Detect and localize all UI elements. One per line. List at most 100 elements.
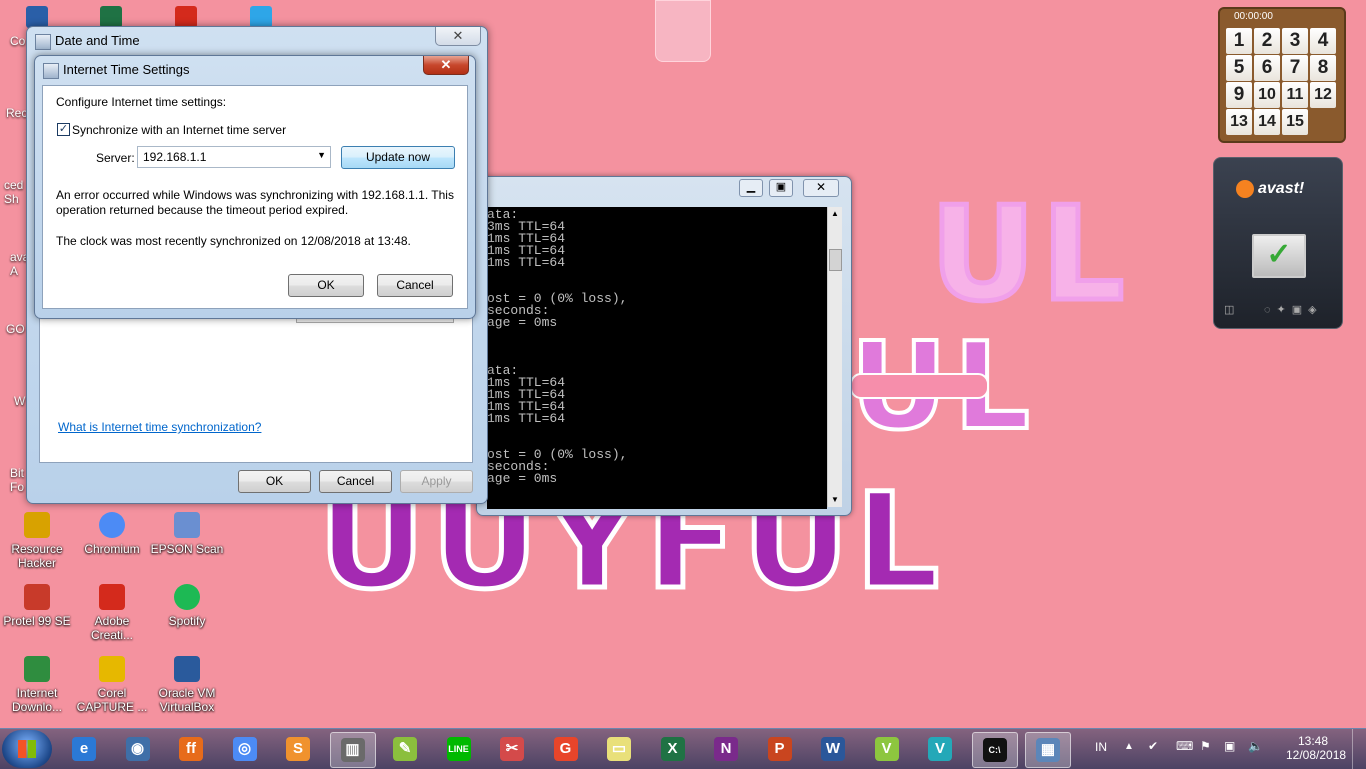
desktop-label-clipped[interactable]: Rec <box>6 106 27 120</box>
desktop-icon-protel[interactable]: Protel 99 SE <box>0 584 74 628</box>
start-button[interactable] <box>2 730 52 768</box>
cancel-button[interactable]: Cancel <box>319 470 392 493</box>
puzzle-tile[interactable]: 8 <box>1310 55 1336 81</box>
console-line: 1ms TTL=64 <box>487 255 566 270</box>
desktop-icon-corel-capture[interactable]: Corel CAPTURE ... <box>75 656 149 714</box>
taskbar-button-date-time-control-panel[interactable]: ▦ <box>1025 732 1071 768</box>
puzzle-tile[interactable]: 10 <box>1254 82 1280 108</box>
title-bar[interactable]: Date and Time ✕ <box>27 27 487 55</box>
picture-puzzle-gadget[interactable]: 00:00:00 1 2 3 4 5 6 7 8 9 10 11 12 13 14 15 <box>1218 7 1346 143</box>
avast-gadget[interactable]: avast! ✓ ◫ ◌✦▣◈ <box>1213 157 1343 329</box>
command-prompt-window[interactable]: ▁ ▣ ✕ ata: 3ms TTL=64 1ms TTL=64 1ms TTL=64… <box>476 176 852 516</box>
sync-checkbox-label[interactable]: Synchronize with an Internet time server <box>72 123 286 137</box>
console-output[interactable]: ata: 3ms TTL=64 1ms TTL=64 1ms TTL=64 1ms TT… <box>487 207 827 509</box>
cancel-button[interactable]: Cancel <box>377 274 453 297</box>
title-bar[interactable]: Internet Time Settings ✕ <box>35 56 475 84</box>
ok-button[interactable]: OK <box>238 470 311 493</box>
taskbar-button-sublime-text[interactable]: S <box>276 732 320 766</box>
desktop-icon-epson-scan[interactable]: EPSON Scan <box>150 512 224 556</box>
taskbar-button-media-center[interactable]: ◉ <box>116 732 160 766</box>
puzzle-tile[interactable]: 11 <box>1282 82 1308 108</box>
taskbar-button-internet-explorer[interactable]: e <box>62 732 106 766</box>
desktop-icon-adobe-creative[interactable]: Adobe Creati... <box>75 584 149 642</box>
maximize-button[interactable]: ▣ <box>769 179 793 197</box>
minimize-button[interactable]: ▁ <box>739 179 763 197</box>
taskbar-button-vivaldi-1[interactable]: V <box>865 732 909 766</box>
scroll-thumb[interactable] <box>829 249 842 271</box>
taskbar-button-vivaldi-2[interactable]: V <box>918 732 962 766</box>
console-scrollbar[interactable]: ▲ ▼ <box>827 207 842 507</box>
wallpaper-bar <box>850 373 989 399</box>
puzzle-tile[interactable]: 4 <box>1310 28 1336 54</box>
action-center-flag-icon[interactable]: ⚑ <box>1200 739 1211 753</box>
desktop-icon-spotify[interactable]: Spotify <box>150 584 224 628</box>
update-now-button[interactable]: Update now <box>341 146 455 169</box>
puzzle-tile[interactable]: 14 <box>1254 109 1280 135</box>
taskbar-button-notepad-plus-plus[interactable]: ✎ <box>383 732 427 766</box>
puzzle-tile[interactable]: 1 <box>1226 28 1252 54</box>
puzzle-tile[interactable]: 5 <box>1226 55 1252 81</box>
keyboard-icon[interactable]: ⌨ <box>1176 739 1193 753</box>
desktop-icon-adobe[interactable] <box>175 6 197 28</box>
puzzle-tile[interactable]: 13 <box>1226 109 1252 135</box>
apply-button[interactable]: Apply <box>400 470 473 493</box>
sticky-notes-icon: ▭ <box>607 737 631 761</box>
language-indicator[interactable]: IN <box>1095 740 1107 754</box>
taskbar-button-powerpoint[interactable]: P <box>758 732 802 766</box>
internet-time-settings-dialog[interactable]: Internet Time Settings ✕ Configure Inter… <box>34 55 476 319</box>
taskbar-button-gom-player[interactable]: G <box>544 732 588 766</box>
library-icon: ▥ <box>340 738 365 762</box>
desktop-icon-excel-file[interactable] <box>100 6 122 28</box>
avast-brand: avast! <box>1258 180 1305 197</box>
excel-icon: X <box>660 737 685 761</box>
puzzle-tile[interactable]: 3 <box>1282 28 1308 54</box>
notepad-plus-plus-icon: ✎ <box>393 737 417 761</box>
dialog-title: Internet Time Settings <box>63 62 190 77</box>
taskbar-button-chrome[interactable]: ◎ <box>223 732 267 766</box>
taskbar-button-command-prompt[interactable]: C:\ <box>971 732 1018 768</box>
show-hidden-icons-icon[interactable]: ▲ <box>1124 741 1134 752</box>
puzzle-tile[interactable]: 7 <box>1282 55 1308 81</box>
avast-tray-icon[interactable]: ✔ <box>1148 739 1158 753</box>
puzzle-tile[interactable]: 2 <box>1254 28 1280 54</box>
taskbar-button-excel[interactable]: X <box>651 732 695 766</box>
network-icon[interactable]: ▣ <box>1224 739 1235 753</box>
chevron-down-icon[interactable]: ▼ <box>317 150 326 160</box>
desktop-label-clipped[interactable]: GO <box>6 322 25 336</box>
desktop-label-clipped[interactable]: Co <box>10 34 25 48</box>
taskbar-button-word[interactable]: W <box>811 732 855 766</box>
clock[interactable]: 13:48 12/08/2018 <box>1286 734 1346 762</box>
desktop-icon-media[interactable] <box>250 6 272 28</box>
taskbar-button-snipping-tool[interactable]: ✂ <box>490 732 534 766</box>
taskbar-button-line[interactable]: LINE <box>437 732 481 766</box>
puzzle-tile[interactable]: 9 <box>1226 82 1252 108</box>
puzzle-tile[interactable]: 15 <box>1282 109 1308 135</box>
social-icons[interactable]: ◌✦▣◈ <box>1264 303 1323 316</box>
internet-time-help-link[interactable]: What is Internet time synchronization? <box>58 420 261 434</box>
sync-checkbox[interactable]: ✓ <box>57 123 70 136</box>
puzzle-tile[interactable]: 12 <box>1310 82 1336 108</box>
close-button[interactable]: ✕ <box>435 27 481 46</box>
wallpaper-word-top: UL <box>927 176 1131 333</box>
taskbar-button-firefox[interactable]: ff <box>169 732 213 766</box>
gadget-options-icon[interactable]: ◫ <box>1224 303 1234 316</box>
desktop-icon-resource-hacker[interactable]: Resource Hacker <box>0 512 74 570</box>
ok-button[interactable]: OK <box>288 274 364 297</box>
server-combobox[interactable]: 192.168.1.1 ▼ <box>137 146 331 168</box>
scroll-down-arrow-icon[interactable]: ▼ <box>829 495 841 505</box>
desktop-icon-internet-download[interactable]: Internet Downlo... <box>0 656 74 714</box>
taskbar-button-sticky-notes[interactable]: ▭ <box>597 732 641 766</box>
desktop-icon-virtualbox[interactable]: Oracle VM VirtualBox <box>150 656 224 714</box>
show-desktop-button[interactable] <box>1352 729 1366 769</box>
volume-icon[interactable]: 🔈 <box>1248 739 1263 753</box>
puzzle-tile[interactable]: 6 <box>1254 55 1280 81</box>
desktop-icon-chromium[interactable]: Chromium <box>75 512 149 556</box>
window-title: Date and Time <box>55 33 140 48</box>
desktop-label-clipped[interactable]: W <box>14 394 25 408</box>
desktop-icon-computer[interactable] <box>26 6 48 28</box>
scroll-up-arrow-icon[interactable]: ▲ <box>829 209 841 219</box>
close-button[interactable]: ✕ <box>423 56 469 75</box>
close-button[interactable]: ✕ <box>803 179 839 197</box>
taskbar-button-library[interactable]: ▥ <box>329 732 376 768</box>
taskbar-button-onenote[interactable]: N <box>704 732 748 766</box>
